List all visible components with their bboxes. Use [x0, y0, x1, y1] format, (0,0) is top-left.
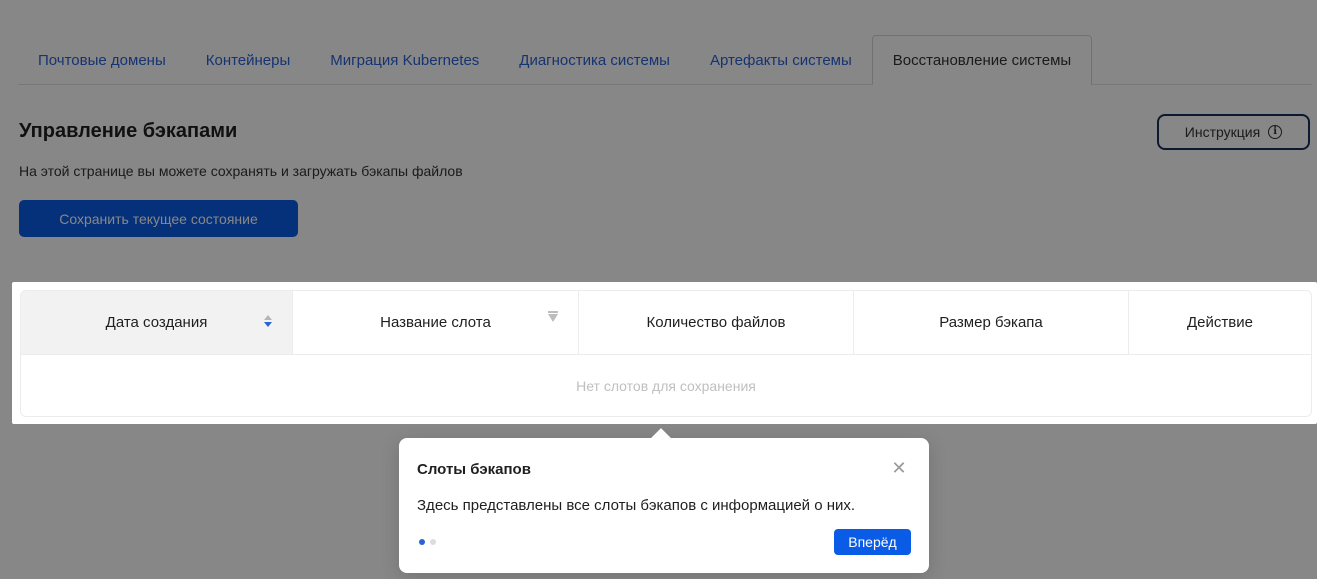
column-label: Количество файлов: [646, 314, 786, 331]
next-button[interactable]: Вперёд: [834, 529, 911, 555]
column-label: Название слота: [380, 314, 491, 331]
filter-icon[interactable]: [548, 314, 558, 339]
column-label: Действие: [1187, 314, 1253, 331]
close-icon[interactable]: ✕: [889, 458, 909, 478]
table-empty-state: Нет слотов для сохранения: [576, 378, 756, 394]
column-slot-name[interactable]: Название слота: [293, 291, 579, 354]
column-label: Дата создания: [105, 314, 208, 331]
popover-title: Слоты бэкапов: [417, 461, 531, 478]
tour-popover: Слоты бэкапов ✕ Здесь представлены все с…: [399, 428, 929, 573]
sort-icon[interactable]: [264, 315, 272, 327]
column-backup-size: Размер бэкапа: [854, 291, 1129, 354]
column-file-count: Количество файлов: [579, 291, 854, 354]
column-label: Размер бэкапа: [939, 314, 1043, 331]
table-header: Дата создания Название слота Количество …: [21, 291, 1311, 355]
backup-slots-table: Дата создания Название слота Количество …: [20, 290, 1312, 417]
column-created-date[interactable]: Дата создания: [21, 291, 293, 354]
popover-description: Здесь представлены все слоты бэкапов с и…: [417, 497, 856, 514]
step-dot: [430, 539, 436, 545]
step-dot-active: [419, 539, 425, 545]
column-action: Действие: [1129, 291, 1311, 354]
step-indicator: [419, 539, 436, 545]
